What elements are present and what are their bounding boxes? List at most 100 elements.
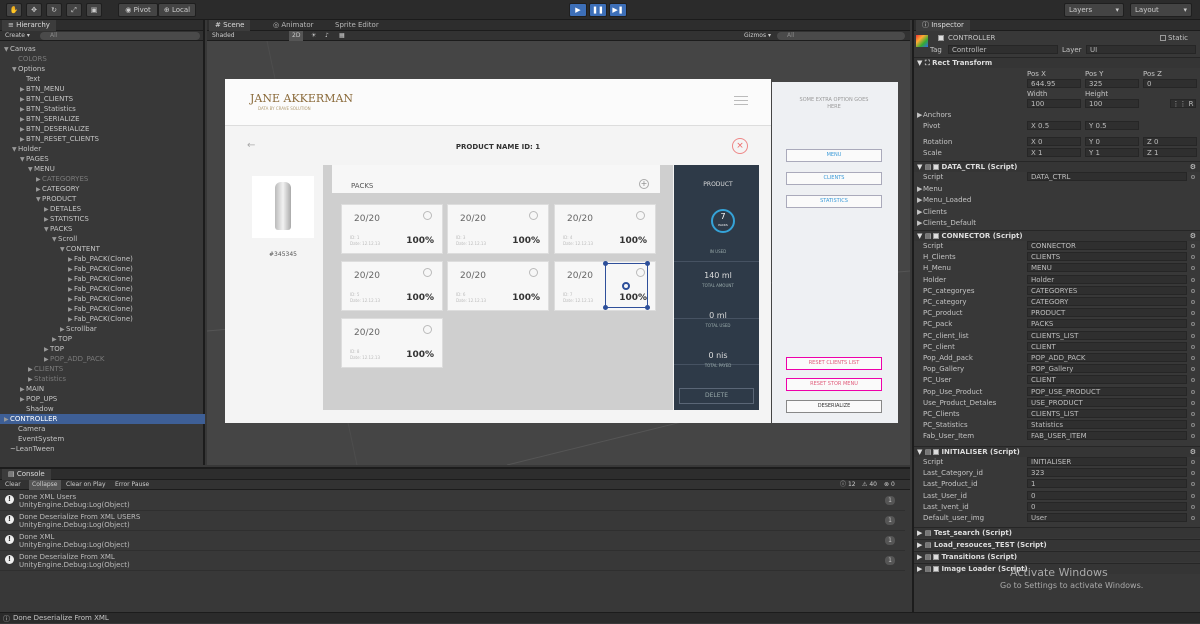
object-picker-icon[interactable] [1191,356,1195,360]
layers-dropdown[interactable]: Layers ▾ [1064,3,1124,17]
clear-button[interactable]: Clear [5,480,21,490]
scale-tool-button[interactable]: ⤢ [66,3,82,17]
error-pause-toggle[interactable]: Error Pause [115,480,149,490]
pack-card[interactable]: 20/20 ID: 3 Date: 12.12.13 100% [447,204,549,254]
pivot-handle-icon[interactable] [622,282,630,290]
field-value[interactable]: CATEGORYES [1027,285,1187,295]
console-log-entry[interactable]: ! Done XML Users UnityEngine.Debug:Log(Obj… [0,491,905,511]
hierarchy-item[interactable]: ▶Fab_PACK(Clone) [0,254,205,264]
hierarchy-item[interactable]: COLORS [0,54,205,64]
object-picker-icon[interactable] [1191,493,1195,498]
tab-sprite-editor[interactable]: Sprite Editor [329,20,385,31]
hierarchy-item[interactable]: ▶Fab_PACK(Clone) [0,274,205,284]
scale-z-field[interactable]: Z 1 [1143,148,1197,157]
reset-clients-button[interactable]: RESET CLIENTS LIST [786,357,882,370]
object-picker-icon[interactable] [1191,288,1195,293]
step-button[interactable]: ▶❚ [609,3,627,17]
object-picker-icon[interactable] [1191,400,1195,405]
field-value[interactable]: POP_Gallery [1027,364,1187,374]
pivot-y-field[interactable]: Y 0.5 [1085,121,1139,130]
add-pack-button[interactable]: + [639,179,649,189]
hierarchy-item[interactable]: ▶TOP [0,334,205,344]
tab-inspector[interactable]: ⓘ Inspector [916,20,970,31]
object-picker-icon[interactable] [1191,244,1195,248]
local-toggle[interactable]: ⊕ Local [158,3,196,17]
field-value[interactable]: CATEGORY [1027,297,1187,306]
tab-console[interactable]: ▤ Console [2,469,51,480]
active-checkbox[interactable] [936,33,946,43]
field-value[interactable]: POP_USE_PRODUCT [1027,386,1187,396]
gear-icon[interactable] [529,268,538,277]
field-value[interactable]: MENU [1027,263,1187,273]
field-value[interactable]: User [1027,513,1187,522]
object-picker-icon[interactable] [1191,277,1195,282]
object-picker-icon[interactable] [1191,504,1195,509]
blueprint-raw-buttons[interactable]: ⋮⋮ R [1170,99,1196,108]
field-value[interactable]: CLIENTS [1027,252,1187,262]
hierarchy-item[interactable]: ▼PAGES [0,154,205,164]
test-search-header[interactable]: ▶ ▤ Test_search (Script) [914,527,1200,538]
hierarchy-item[interactable]: Text [0,74,205,84]
field-value[interactable]: DATA_CTRL [1027,172,1187,181]
pos-y-field[interactable]: 325 [1085,79,1139,88]
field-value[interactable]: CONNECTOR [1027,241,1187,250]
object-picker-icon[interactable] [1191,300,1195,304]
static-toggle[interactable]: Static [1158,33,1188,43]
hierarchy-item[interactable]: ▼PACKS [0,224,205,234]
field-value[interactable]: CLIENT [1027,375,1187,385]
height-field[interactable]: 100 [1085,99,1139,108]
pos-z-field[interactable]: 0 [1143,79,1197,88]
field-value[interactable]: 323 [1027,468,1187,478]
rect-transform-header[interactable]: ▼ ⛶ Rect Transform [914,57,1200,68]
scene-search-input[interactable]: All [777,32,905,40]
effects-icon[interactable]: ▦ [339,31,345,41]
hierarchy-item[interactable]: ▶Fab_PACK(Clone) [0,314,205,324]
field-value[interactable]: CLIENT [1027,341,1187,351]
rotation-z-field[interactable]: Z 0 [1143,137,1197,146]
tab-hierarchy[interactable]: ≡ Hierarchy [2,20,56,31]
field-value[interactable]: FAB_USER_ITEM [1027,431,1187,441]
field-value[interactable]: INITIALISER [1027,457,1187,466]
reset-menu-button[interactable]: RESET STOR MENU [786,378,882,391]
hierarchy-item[interactable]: EventSystem [0,434,205,444]
hierarchy-item[interactable]: ~LeanTween [0,444,205,454]
field-value[interactable]: 1 [1027,479,1187,489]
hierarchy-item[interactable]: ▶Fab_PACK(Clone) [0,284,205,294]
transitions-header[interactable]: ▶ ▤ Transitions (Script) [914,551,1200,562]
audio-icon[interactable]: ♪ [325,31,329,41]
hamburger-menu-icon[interactable] [734,96,748,105]
field-value[interactable]: Statistics [1027,420,1187,430]
field-value[interactable]: PRODUCT [1027,308,1187,318]
object-picker-icon[interactable] [1191,367,1195,372]
object-picker-icon[interactable] [1191,378,1195,383]
object-picker-icon[interactable] [1191,266,1195,271]
shading-dropdown[interactable]: Shaded [212,31,235,41]
create-dropdown[interactable]: Create ▾ [5,31,30,41]
field-value[interactable]: 0 [1027,501,1187,511]
object-picker-icon[interactable] [1191,482,1195,487]
field-value[interactable]: 0 [1027,490,1187,500]
expand-right-icon[interactable]: ▶ [917,218,922,228]
hierarchy-item[interactable]: ▶Fab_PACK(Clone) [0,264,205,274]
clear-on-play-toggle[interactable]: Clear on Play [66,480,106,490]
layout-dropdown[interactable]: Layout ▾ [1130,3,1192,17]
hierarchy-item[interactable]: ▶Statistics [0,374,205,384]
load-resources-header[interactable]: ▶ ▤ Load_resouces_TEST (Script) [914,539,1200,550]
hierarchy-item[interactable]: ▼Canvas [0,44,205,54]
field-value[interactable]: CLIENTS_LIST [1027,409,1187,418]
hierarchy-item[interactable]: ▼Options [0,64,205,74]
gear-icon[interactable] [423,325,432,334]
object-picker-icon[interactable] [1191,389,1195,394]
hierarchy-item[interactable]: ▶CONTROLLER [0,414,205,424]
pack-card[interactable]: 20/20 ID: 4 Date: 12.12.13 100% [554,204,656,254]
tab-animator[interactable]: ◎ Animator [267,20,320,31]
gear-icon[interactable] [423,268,432,277]
object-picker-icon[interactable] [1191,344,1195,349]
hierarchy-item[interactable]: ▶BTN_Statistics [0,104,205,114]
hierarchy-item[interactable]: ▶POP_UPS [0,394,205,404]
hierarchy-item[interactable]: ▼PRODUCT [0,194,205,204]
object-picker-icon[interactable] [1191,460,1195,464]
anchors-row[interactable]: ▶ Anchors [914,110,1200,120]
hierarchy-item[interactable]: ▶MAIN [0,384,205,394]
error-count-toggle[interactable]: ⊗ 0 [884,480,895,490]
